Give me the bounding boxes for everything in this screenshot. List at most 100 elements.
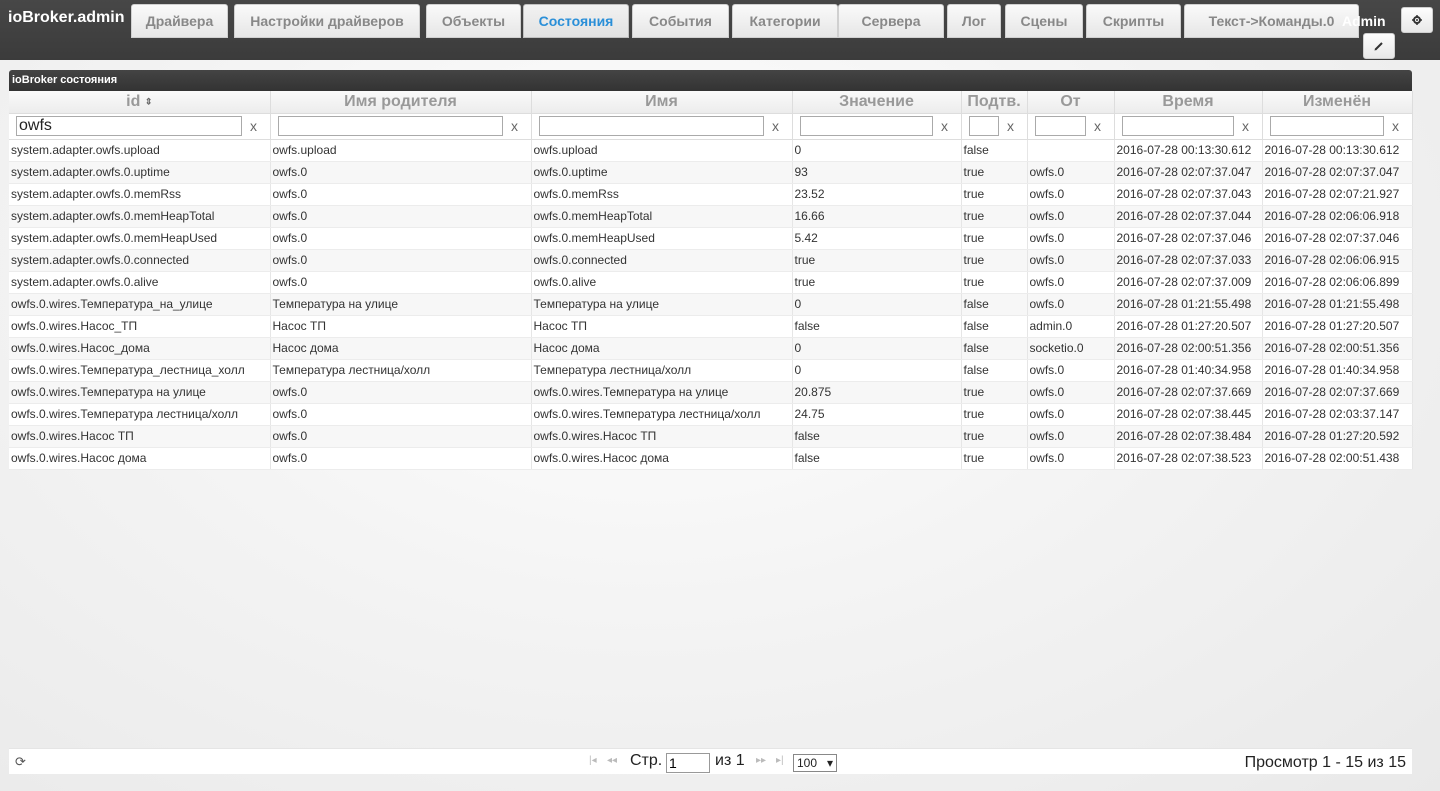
table-row[interactable]: owfs.0.wires.Насос дома owfs.0 owfs.0.wire…: [9, 447, 1413, 470]
rows-per-page-value: 100: [797, 756, 818, 770]
column-header-3[interactable]: Значение: [792, 91, 962, 114]
table-row[interactable]: system.adapter.owfs.0.connected owfs.0 owf…: [9, 249, 1413, 272]
tab-4[interactable]: События: [632, 4, 729, 38]
tab-6[interactable]: Сервера: [838, 4, 944, 38]
clear-filter-button[interactable]: x: [999, 118, 1023, 134]
clear-filter-button[interactable]: x: [933, 118, 957, 134]
table-cell: owfs.upload: [270, 139, 532, 162]
clear-filter-button[interactable]: x: [1384, 118, 1408, 134]
sort-icon: ⇕: [144, 96, 153, 107]
table-cell: 2016-07-28 02:00:51.356: [1114, 337, 1263, 360]
table-row[interactable]: system.adapter.owfs.0.alive owfs.0 owfs.0.…: [9, 271, 1413, 294]
column-header-6[interactable]: Время: [1114, 91, 1263, 114]
column-header-label: Время: [1162, 92, 1214, 110]
table-cell: owfs.0.wires.Насос_дома: [9, 337, 271, 360]
edit-button[interactable]: [1363, 33, 1395, 59]
table-cell: owfs.0: [1027, 359, 1115, 382]
filter-input-2[interactable]: [538, 116, 764, 136]
next-page-icon[interactable]: ▸▸: [756, 755, 766, 766]
table-cell: owfs.0: [1027, 161, 1115, 184]
table-row[interactable]: owfs.0.wires.Насос_дома Насос дома Насос д…: [9, 337, 1413, 360]
table-cell: Температура лестница/холл: [531, 359, 793, 382]
table-cell: 2016-07-28 02:03:37.147: [1262, 403, 1413, 426]
clear-filter-button[interactable]: x: [242, 118, 266, 134]
column-header-label: id: [126, 92, 141, 110]
column-header-2[interactable]: Имя: [531, 91, 793, 114]
tab-5[interactable]: Категории: [732, 4, 838, 38]
filter-input-0[interactable]: [16, 116, 242, 136]
table-row[interactable]: owfs.0.wires.Насос ТП owfs.0 owfs.0.wires.…: [9, 425, 1413, 448]
table-cell: owfs.0: [1027, 227, 1115, 250]
table-cell: 0: [792, 293, 962, 316]
table-cell: Насос дома: [531, 337, 793, 360]
table-cell: false: [961, 359, 1028, 382]
table-cell: owfs.0: [270, 161, 532, 184]
filter-input-3[interactable]: [799, 116, 933, 136]
filter-wrapper: x: [538, 116, 788, 136]
filter-input-5[interactable]: [1034, 116, 1086, 136]
page-input[interactable]: [666, 753, 710, 773]
refresh-icon[interactable]: ⟳: [15, 754, 26, 770]
filter-input-6[interactable]: [1121, 116, 1234, 136]
tab-10[interactable]: Текст->Команды.0: [1184, 4, 1359, 38]
table-cell: owfs.0.connected: [531, 249, 793, 272]
table-cell: system.adapter.owfs.0.memHeapUsed: [9, 227, 271, 250]
filter-input-7[interactable]: [1269, 116, 1384, 136]
tab-8[interactable]: Сцены: [1005, 4, 1083, 38]
table-cell: true: [961, 447, 1028, 470]
table-row[interactable]: owfs.0.wires.Температура_лестница_холл Те…: [9, 359, 1413, 382]
table-cell: 2016-07-28 02:06:06.915: [1262, 249, 1413, 272]
table-cell: Насос ТП: [270, 315, 532, 338]
tab-9[interactable]: Скрипты: [1086, 4, 1181, 38]
table-row[interactable]: owfs.0.wires.Температура лестница/холл ow…: [9, 403, 1413, 426]
table-cell: owfs.0.wires.Температура на улице: [531, 381, 793, 404]
settings-button[interactable]: [1401, 7, 1433, 33]
table-row[interactable]: owfs.0.wires.Температура_на_улице Темпера…: [9, 293, 1413, 316]
column-header-5[interactable]: От: [1027, 91, 1115, 114]
table-row[interactable]: owfs.0.wires.Насос_ТП Насос ТП Насос ТП fal…: [9, 315, 1413, 338]
clear-filter-button[interactable]: x: [503, 118, 527, 134]
clear-filter-button[interactable]: x: [1086, 118, 1110, 134]
table-cell: 2016-07-28 00:13:30.612: [1114, 139, 1263, 162]
tab-7[interactable]: Лог: [947, 4, 1001, 38]
tab-3[interactable]: Состояния: [523, 4, 629, 38]
column-header-4[interactable]: Подтв.: [961, 91, 1028, 114]
tab-2[interactable]: Объекты: [426, 4, 521, 38]
filter-cell-0: x: [9, 113, 271, 140]
column-header-1[interactable]: Имя родителя: [270, 91, 532, 114]
table-row[interactable]: system.adapter.owfs.0.uptime owfs.0 owfs.0…: [9, 161, 1413, 184]
filter-input-1[interactable]: [277, 116, 503, 136]
table-cell: 2016-07-28 02:07:37.033: [1114, 249, 1263, 272]
table-row[interactable]: system.adapter.owfs.0.memHeapTotal owfs.0…: [9, 205, 1413, 228]
filter-wrapper: x: [1121, 116, 1258, 136]
filter-wrapper: x: [799, 116, 957, 136]
table-cell: socketio.0: [1027, 337, 1115, 360]
table-cell: owfs.0: [270, 447, 532, 470]
rows-per-page-select[interactable]: 100 ▾: [793, 754, 837, 772]
prev-page-icon[interactable]: ◂◂: [607, 755, 617, 766]
table-row[interactable]: system.adapter.owfs.0.memRss owfs.0 owfs.0…: [9, 183, 1413, 206]
column-header-7[interactable]: Изменён: [1262, 91, 1413, 114]
table-row[interactable]: system.adapter.owfs.upload owfs.upload owf…: [9, 139, 1413, 162]
table-cell: 2016-07-28 00:13:30.612: [1262, 139, 1413, 162]
table-cell: system.adapter.owfs.0.memRss: [9, 183, 271, 206]
last-page-icon[interactable]: ▸|: [776, 755, 784, 766]
filter-input-4[interactable]: [968, 116, 999, 136]
clear-filter-button[interactable]: x: [764, 118, 788, 134]
table-cell: 2016-07-28 01:21:55.498: [1262, 293, 1413, 316]
table-row[interactable]: system.adapter.owfs.0.memHeapUsed owfs.0 o…: [9, 227, 1413, 250]
filter-wrapper: x: [277, 116, 527, 136]
table-cell: Температура на улице: [531, 293, 793, 316]
filter-wrapper: x: [16, 116, 266, 136]
tab-0[interactable]: Драйвера: [131, 4, 228, 38]
table-row[interactable]: owfs.0.wires.Температура на улице owfs.0 o…: [9, 381, 1413, 404]
column-header-0[interactable]: id ⇕: [9, 91, 271, 114]
table-cell: system.adapter.owfs.upload: [9, 139, 271, 162]
clear-filter-button[interactable]: x: [1234, 118, 1258, 134]
first-page-icon[interactable]: |◂: [589, 755, 597, 766]
table-cell: owfs.0: [270, 271, 532, 294]
table-cell: true: [961, 205, 1028, 228]
table-cell: owfs.0.memHeapUsed: [531, 227, 793, 250]
app-title: ioBroker.admin: [8, 9, 125, 26]
tab-1[interactable]: Настройки драйверов: [234, 4, 420, 38]
